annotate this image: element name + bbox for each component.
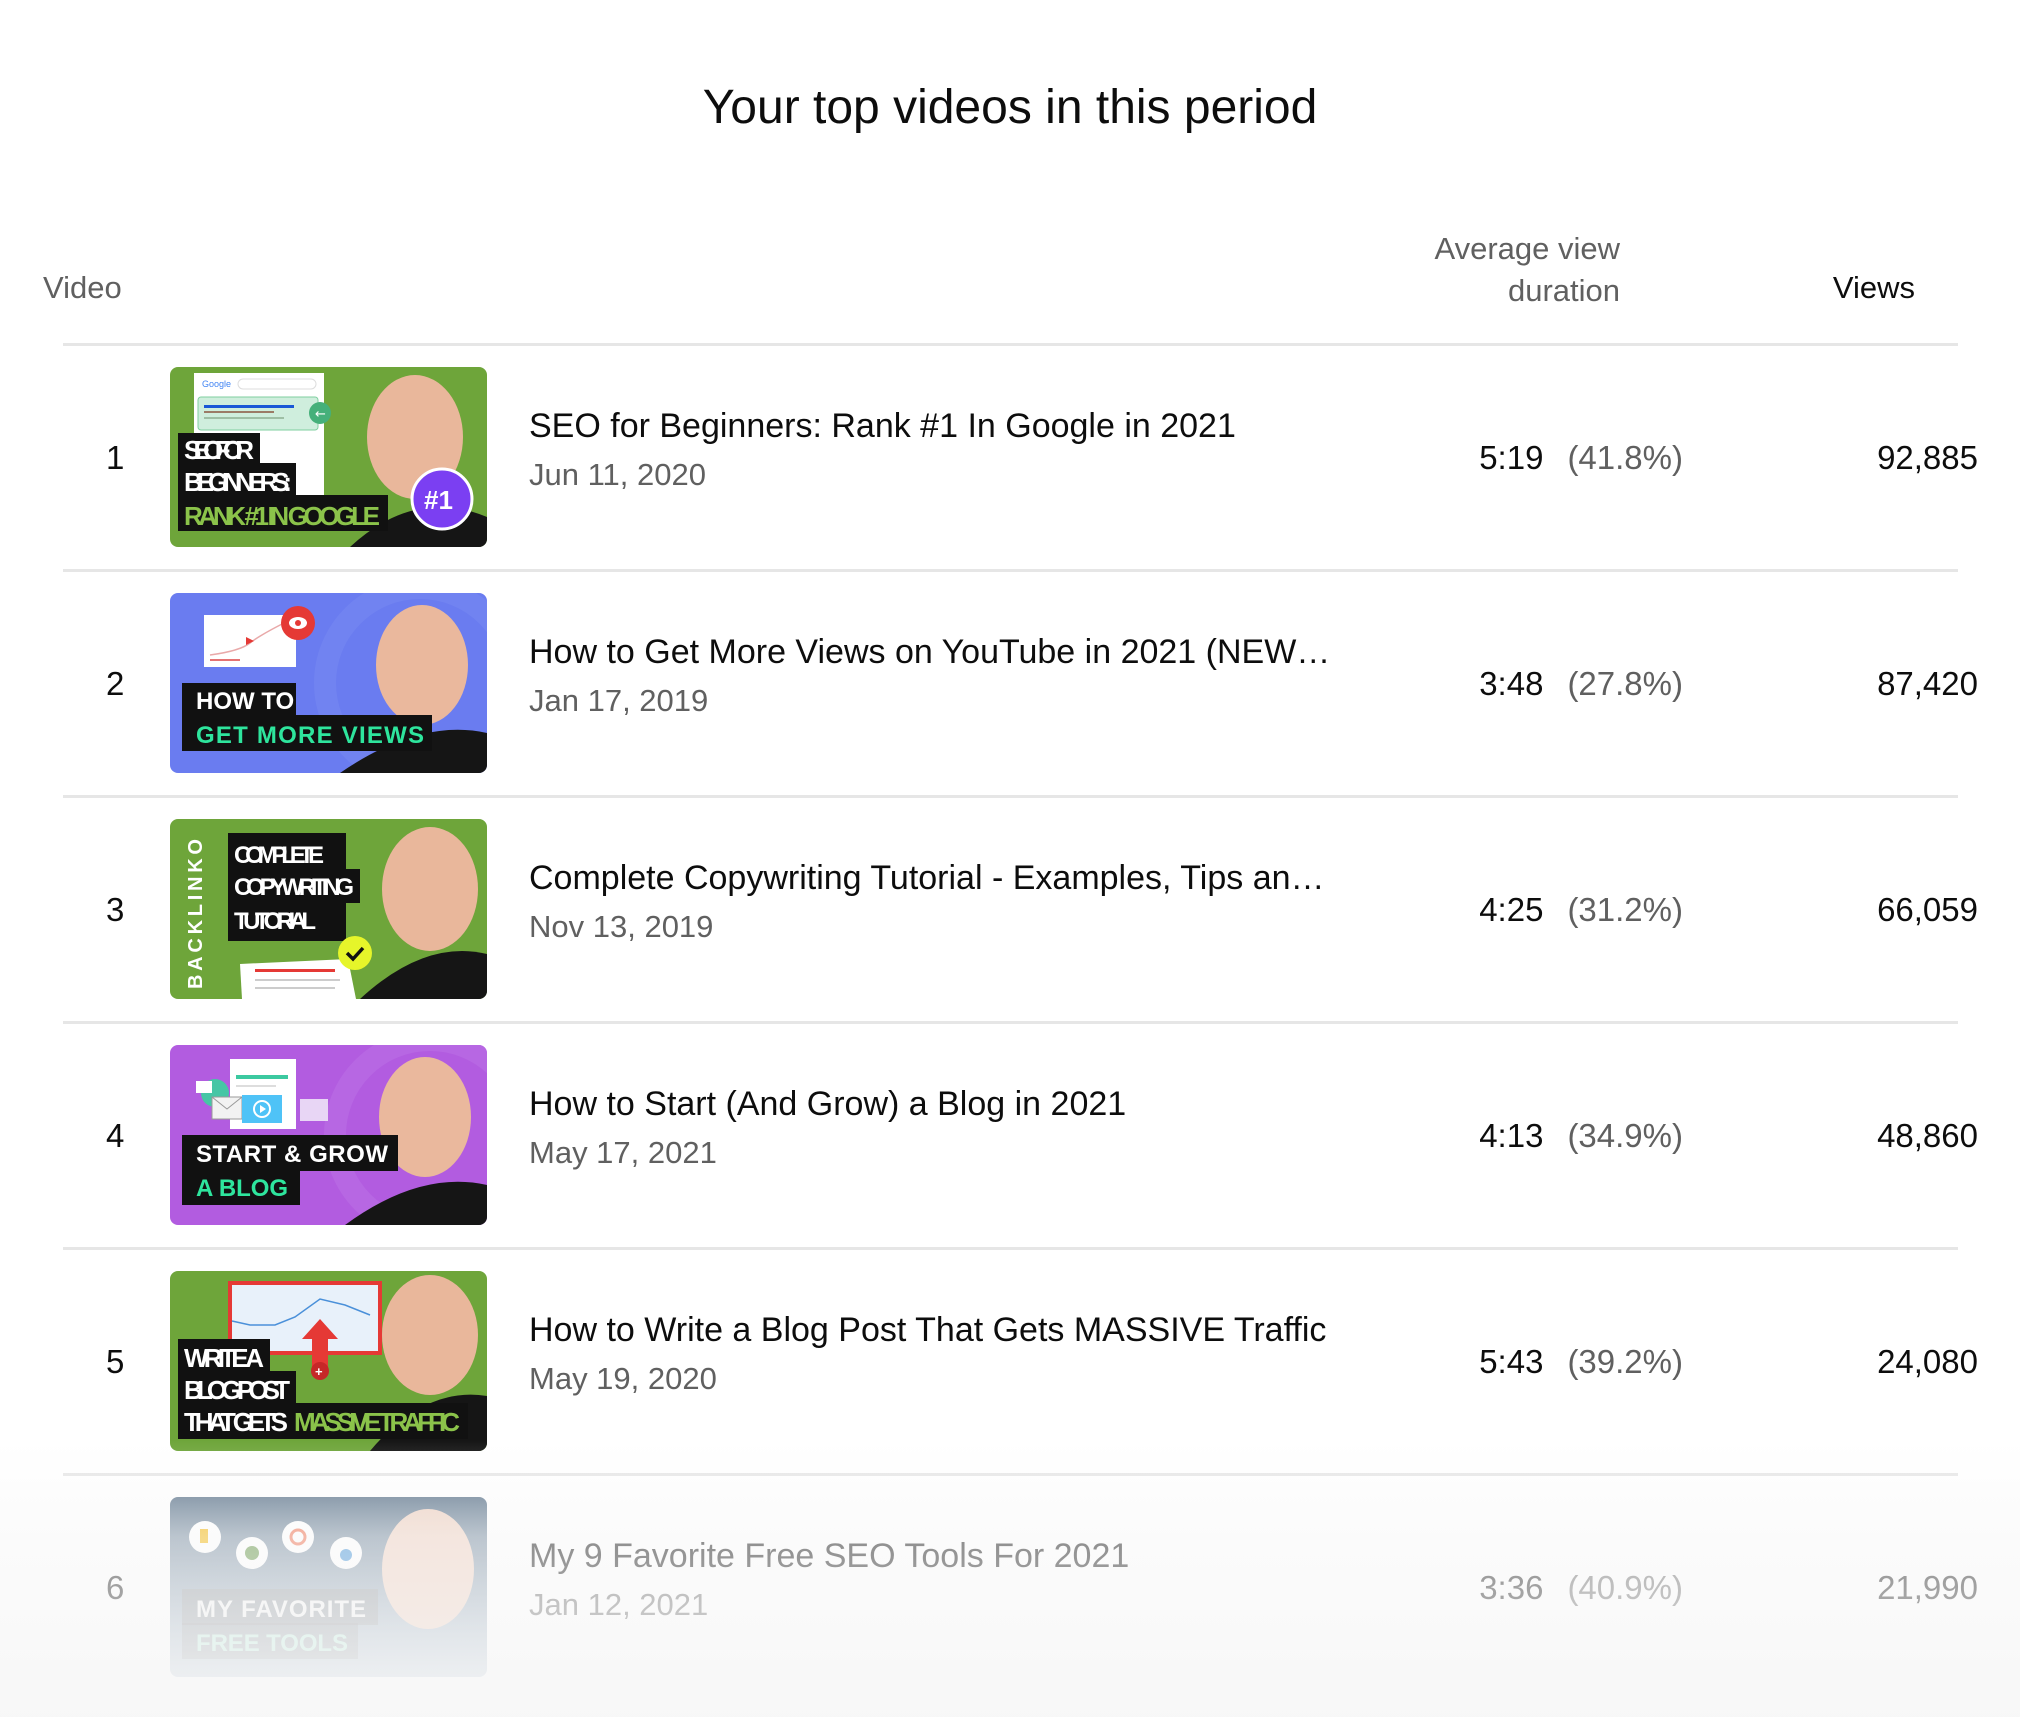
video-thumbnail[interactable]: Google ← SEO FOR BEGINNERS: RANK #1 IN G… xyxy=(170,367,487,547)
view-count: 48,860 xyxy=(1877,1117,1978,1154)
column-header-views[interactable]: Views xyxy=(1600,270,1915,306)
video-publish-date: Jan 17, 2019 xyxy=(529,683,709,718)
avd-time: 4:13 xyxy=(1479,1117,1544,1154)
rank-number: 3 xyxy=(106,891,125,928)
average-view-duration: 3:36 (40.9%) xyxy=(1113,1475,1683,1701)
video-thumbnail[interactable]: HOW TO GET MORE VIEWS xyxy=(170,593,487,773)
table-row[interactable]: 4 START & GROW A BLOG How to Start (And … xyxy=(63,1023,1978,1249)
svg-text:MASSIVE TRAFFIC: MASSIVE TRAFFIC xyxy=(294,1407,460,1437)
rank-number: 1 xyxy=(106,439,125,476)
video-publish-date: May 19, 2020 xyxy=(529,1361,717,1396)
svg-text:COMPLETE: COMPLETE xyxy=(234,842,324,869)
avd-time: 3:48 xyxy=(1479,665,1544,702)
svg-text:BLOG POST: BLOG POST xyxy=(184,1375,290,1405)
view-count: 87,420 xyxy=(1877,665,1978,702)
thumbnail-image-get-more-views: HOW TO GET MORE VIEWS xyxy=(170,593,487,773)
rank-number: 4 xyxy=(106,1117,125,1154)
svg-text:START & GROW: START & GROW xyxy=(196,1141,388,1168)
video-title-link[interactable]: My 9 Favorite Free SEO Tools For 2021 xyxy=(529,1537,1129,1576)
avd-time: 5:19 xyxy=(1479,439,1544,476)
thumbnail-image-write-blog-post: + WRITE A BLOG POST THAT GETS MASSIVE TR… xyxy=(170,1271,487,1451)
video-publish-date: May 17, 2021 xyxy=(529,1135,717,1170)
svg-text:TUTORIAL: TUTORIAL xyxy=(234,908,316,935)
average-view-duration: 3:48 (27.8%) xyxy=(1113,571,1683,797)
thumbnail-image-copywriting-tutorial: BACKLINKO COMPLETE COPYWRITING TUTORIAL xyxy=(170,819,487,999)
view-count: 66,059 xyxy=(1877,891,1978,928)
svg-text:BEGINNERS:: BEGINNERS: xyxy=(184,467,292,497)
table-row[interactable]: 1 Google ← SEO FOR BEGINNERS: RANK #1 IN… xyxy=(63,345,1978,571)
svg-text:HOW TO: HOW TO xyxy=(196,688,294,715)
video-publish-date: Nov 13, 2019 xyxy=(529,909,714,944)
svg-text:A BLOG: A BLOG xyxy=(196,1175,288,1202)
video-title-link[interactable]: How to Start (And Grow) a Blog in 2021 xyxy=(529,1085,1126,1124)
video-publish-date: Jan 12, 2021 xyxy=(529,1587,709,1622)
video-thumbnail[interactable]: BACKLINKO COMPLETE COPYWRITING TUTORIAL xyxy=(170,819,487,999)
view-count: 21,990 xyxy=(1877,1569,1978,1606)
svg-text:THAT GETS: THAT GETS xyxy=(184,1407,288,1437)
rank-number: 2 xyxy=(106,665,125,702)
svg-text:COPYWRITING: COPYWRITING xyxy=(234,874,354,901)
rank-number: 5 xyxy=(106,1343,125,1380)
avd-time: 3:36 xyxy=(1479,1569,1544,1606)
column-header-avd-line2: duration xyxy=(1507,273,1620,308)
view-count: 24,080 xyxy=(1877,1343,1978,1380)
average-view-duration: 5:19 (41.8%) xyxy=(1113,345,1683,571)
table-row[interactable]: 2 HOW TO GET MORE VIEWS How to Get More xyxy=(63,571,1978,797)
svg-text:MY FAVORITE: MY FAVORITE xyxy=(196,1596,366,1623)
table-row[interactable]: 3 BACKLINKO COMPLETE COPYWRITING TUTORIA… xyxy=(63,797,1978,1023)
thumbnail-image-seo-for-beginners: Google ← SEO FOR BEGINNERS: RANK #1 IN G… xyxy=(170,367,487,547)
table-row[interactable]: 5 + WRITE A BLOG POST THAT GETS MASSIVE … xyxy=(63,1249,1978,1475)
thumbnail-image-favorite-free-tools: MY FAVORITE FREE TOOLS xyxy=(170,1497,487,1677)
average-view-duration: 5:43 (39.2%) xyxy=(1113,1249,1683,1475)
svg-text:←: ← xyxy=(315,407,326,422)
section-title: Your top videos in this period xyxy=(702,81,1318,134)
rank-number: 6 xyxy=(106,1569,125,1606)
svg-text:BACKLINKO: BACKLINKO xyxy=(185,839,207,989)
average-view-duration: 4:13 (34.9%) xyxy=(1113,1023,1683,1249)
svg-text:Google: Google xyxy=(202,379,231,389)
column-header-video: Video xyxy=(43,270,122,305)
svg-text:WRITE A: WRITE A xyxy=(184,1343,264,1373)
column-header-avd-line1: Average view xyxy=(1434,231,1620,266)
video-publish-date: Jun 11, 2020 xyxy=(529,457,706,492)
svg-text:FREE TOOLS: FREE TOOLS xyxy=(196,1630,348,1657)
video-thumbnail[interactable]: + WRITE A BLOG POST THAT GETS MASSIVE TR… xyxy=(170,1271,487,1451)
average-view-duration: 4:25 (31.2%) xyxy=(1113,797,1683,1023)
table-row[interactable]: 6 MY FAVORITE FREE TOOLS My 9 Favorite F… xyxy=(63,1475,1978,1701)
svg-text:SEO FOR: SEO FOR xyxy=(184,435,254,465)
column-header-average-view-duration[interactable]: Average view duration xyxy=(1260,228,1620,312)
svg-text:RANK #1 IN GOOGLE: RANK #1 IN GOOGLE xyxy=(184,501,380,531)
video-thumbnail[interactable]: START & GROW A BLOG xyxy=(170,1045,487,1225)
avd-time: 5:43 xyxy=(1479,1343,1544,1380)
avd-time: 4:25 xyxy=(1479,891,1544,928)
thumbnail-image-start-grow-blog: START & GROW A BLOG xyxy=(170,1045,487,1225)
svg-text:+: + xyxy=(315,1364,323,1379)
view-count: 92,885 xyxy=(1877,439,1978,476)
svg-text:#1: #1 xyxy=(424,485,453,515)
svg-text:GET MORE VIEWS: GET MORE VIEWS xyxy=(196,722,424,749)
video-thumbnail[interactable]: MY FAVORITE FREE TOOLS xyxy=(170,1497,487,1677)
